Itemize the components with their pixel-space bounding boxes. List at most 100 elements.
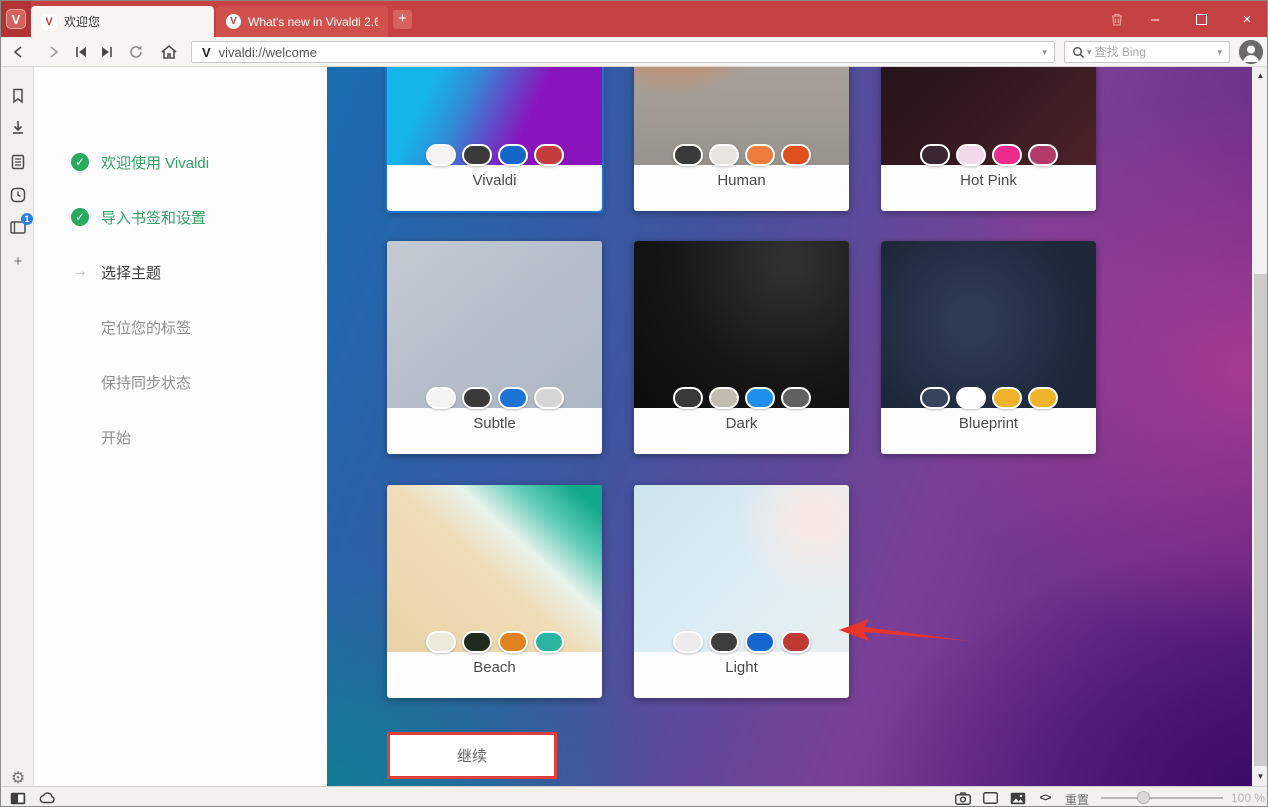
theme-name: Beach — [387, 659, 602, 676]
scrollbar[interactable]: ▲ ▼ — [1252, 67, 1268, 786]
color-swatch — [709, 387, 739, 409]
reload-button[interactable] — [124, 40, 148, 64]
step-import[interactable]: ✓ 导入书签和设置 — [71, 205, 206, 229]
rewind-button[interactable] — [69, 40, 93, 64]
color-swatch — [920, 144, 950, 166]
theme-swatches — [881, 387, 1096, 409]
search-dropdown-icon[interactable]: ▾ — [1210, 47, 1229, 58]
check-icon: ✓ — [71, 208, 89, 226]
status-bar: <> 重置 100 % — [1, 786, 1268, 807]
windows-panel-icon[interactable]: 1 — [9, 219, 27, 237]
scroll-down-icon[interactable]: ▼ — [1252, 770, 1268, 784]
tab-whats-new[interactable]: V What's new in Vivaldi 2.6 | — [216, 6, 388, 37]
tab-label: 欢迎您 — [64, 13, 100, 30]
zoom-level-value: 100 % — [1231, 791, 1265, 805]
step-start[interactable]: 开始 — [71, 425, 131, 449]
theme-card-dark[interactable]: Dark — [634, 241, 849, 454]
step-welcome[interactable]: ✓ 欢迎使用 Vivaldi — [71, 150, 209, 174]
theme-name: Human — [634, 172, 849, 189]
capture-camera-icon[interactable] — [954, 790, 972, 806]
tiling-icon[interactable] — [981, 790, 999, 806]
theme-swatches — [634, 144, 849, 166]
color-swatch — [498, 144, 528, 166]
step-label: 选择主题 — [101, 262, 161, 283]
browser-window: V V 欢迎您 V What's new in Vivaldi 2.6 | + … — [0, 0, 1268, 807]
color-swatch — [781, 144, 811, 166]
color-swatch — [745, 387, 775, 409]
search-input[interactable] — [1095, 45, 1211, 59]
trash-icon[interactable] — [1102, 1, 1132, 37]
maximize-button[interactable] — [1186, 1, 1216, 37]
history-icon[interactable] — [9, 186, 27, 204]
scrollbar-thumb[interactable] — [1254, 274, 1267, 766]
color-swatch — [673, 387, 703, 409]
color-swatch — [534, 631, 564, 653]
theme-card-subtle[interactable]: Subtle — [387, 241, 602, 454]
theme-card-beach[interactable]: Beach — [387, 485, 602, 698]
theme-name: Light — [634, 659, 849, 676]
zoom-slider-handle[interactable] — [1137, 791, 1150, 804]
address-dropdown-icon[interactable]: ▾ — [1035, 47, 1054, 58]
color-swatch — [781, 631, 811, 653]
notes-icon[interactable] — [9, 153, 27, 171]
zoom-reset-button[interactable]: 重置 — [1065, 791, 1089, 807]
tab-bar: V V 欢迎您 V What's new in Vivaldi 2.6 | + … — [1, 1, 1268, 37]
color-swatch — [462, 387, 492, 409]
theme-swatches — [634, 387, 849, 409]
theme-name: Blueprint — [881, 415, 1096, 432]
step-stay-synced[interactable]: 保持同步状态 — [71, 370, 191, 394]
step-label: 开始 — [101, 427, 131, 448]
theme-card-human[interactable]: Human — [634, 67, 849, 211]
scroll-up-icon[interactable]: ▲ — [1252, 69, 1268, 83]
content-area: 1 + ⚙ ✓ 欢迎使用 Vivaldi ✓ 导入书签和设置 → 选择主题 定位… — [1, 67, 1268, 786]
theme-preview — [881, 241, 1096, 408]
theme-card-vivaldi[interactable]: Vivaldi — [387, 67, 602, 211]
close-button[interactable]: × — [1232, 1, 1262, 37]
step-choose-theme[interactable]: → 选择主题 — [71, 260, 161, 284]
forward-button[interactable] — [41, 40, 65, 64]
bookmarks-icon[interactable] — [9, 87, 27, 105]
step-position-tabs[interactable]: 定位您的标签 — [71, 315, 191, 339]
color-swatch — [992, 144, 1022, 166]
theme-card-blueprint[interactable]: Blueprint — [881, 241, 1096, 454]
fast-forward-button[interactable] — [95, 40, 119, 64]
search-icon[interactable] — [1065, 46, 1087, 59]
minimize-button[interactable]: – — [1140, 1, 1170, 37]
downloads-icon[interactable] — [9, 119, 27, 137]
panel-toggle-icon[interactable] — [9, 790, 27, 806]
sync-cloud-icon[interactable] — [39, 790, 57, 806]
theme-name: Vivaldi — [387, 172, 602, 189]
theme-name: Dark — [634, 415, 849, 432]
color-swatch — [709, 144, 739, 166]
images-toggle-icon[interactable] — [1009, 790, 1027, 806]
theme-card-hot-pink[interactable]: Hot Pink — [881, 67, 1096, 211]
new-tab-button[interactable]: + — [393, 10, 412, 29]
page-actions-icon[interactable]: <> — [1036, 790, 1054, 806]
theme-card-light[interactable]: Light — [634, 485, 849, 698]
color-swatch — [673, 144, 703, 166]
zoom-slider-track[interactable] — [1101, 797, 1223, 799]
continue-button[interactable]: 继续 — [387, 732, 557, 779]
vivaldi-menu-button[interactable]: V — [1, 1, 31, 37]
site-badge-icon: V — [192, 45, 219, 60]
color-swatch — [992, 387, 1022, 409]
address-input[interactable] — [219, 45, 1036, 60]
theme-swatches — [387, 144, 602, 166]
panel-strip: 1 + ⚙ — [1, 67, 34, 786]
search-engine-dropdown-icon[interactable]: ▾ — [1087, 47, 1095, 58]
home-button[interactable] — [157, 40, 181, 64]
color-swatch — [426, 631, 456, 653]
navigation-bar: V ▾ ▾ ▾ — [1, 37, 1268, 67]
back-button[interactable] — [7, 40, 31, 64]
vivaldi-logo-icon: V — [6, 9, 26, 29]
theme-preview — [387, 241, 602, 408]
color-swatch — [709, 631, 739, 653]
step-label: 欢迎使用 Vivaldi — [101, 152, 209, 173]
add-panel-icon[interactable]: + — [9, 253, 27, 271]
color-swatch — [426, 387, 456, 409]
arrow-right-icon: → — [71, 263, 89, 281]
tab-welcome[interactable]: V 欢迎您 — [31, 6, 214, 37]
theme-preview — [634, 485, 849, 652]
profile-avatar[interactable] — [1239, 40, 1263, 64]
welcome-steps-panel: ✓ 欢迎使用 Vivaldi ✓ 导入书签和设置 → 选择主题 定位您的标签 保… — [34, 67, 327, 786]
